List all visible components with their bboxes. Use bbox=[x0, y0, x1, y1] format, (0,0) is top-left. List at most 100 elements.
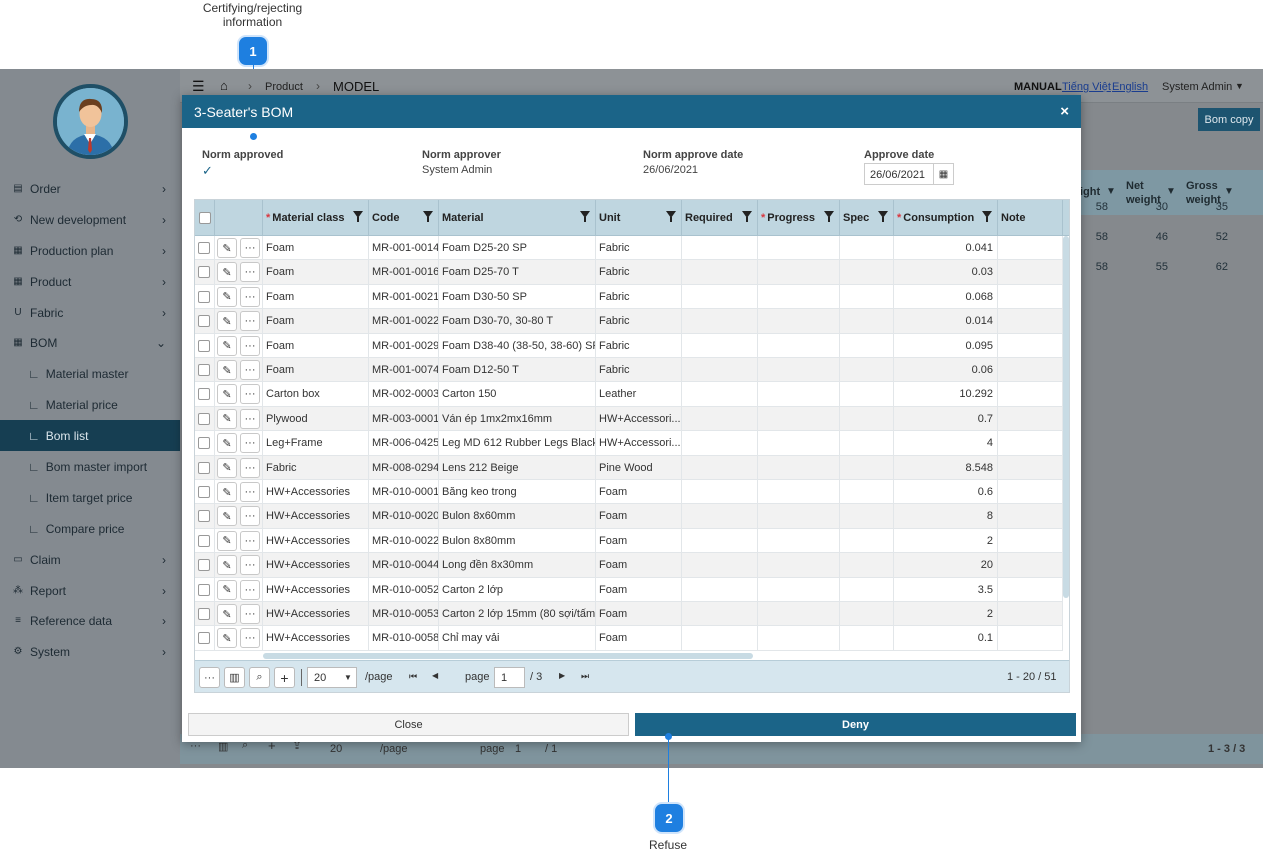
sidebar-item-reference-data[interactable]: ≡ Reference data › bbox=[0, 605, 180, 636]
edit-icon[interactable]: ✎ bbox=[217, 506, 237, 527]
lang-en-link[interactable]: English bbox=[1112, 81, 1148, 93]
edit-icon[interactable]: ✎ bbox=[217, 238, 237, 258]
table-row[interactable]: ✎ ··· Plywood MR-003-0001 Ván ép 1mx2mx16mm H… bbox=[195, 406, 1063, 432]
table-row[interactable]: ✎ ··· HW+Accessories MR-010-0020 Bulon 8x60m… bbox=[195, 504, 1063, 529]
calendar-icon[interactable]: ▦ bbox=[933, 163, 953, 185]
sidebar-item-material-master[interactable]: ∟ Material master bbox=[0, 358, 180, 389]
filter-icon[interactable]: ▼ bbox=[1166, 186, 1176, 197]
header-code[interactable]: Code bbox=[369, 200, 439, 236]
sidebar-item-new-development[interactable]: ⟲ New development › bbox=[0, 204, 180, 235]
table-row[interactable]: ✎ ··· Leg+Frame MR-006-0425 Leg MD 612 Rubbe… bbox=[195, 431, 1063, 456]
sidebar-item-bom[interactable]: ▦ BOM ⌄ bbox=[0, 327, 180, 358]
table-row[interactable]: ✎ ··· HW+Accessories MR-010-0001 Băng keo tr… bbox=[195, 480, 1063, 505]
edit-icon[interactable]: ✎ bbox=[217, 335, 237, 356]
search-icon[interactable]: ⌕ bbox=[249, 667, 270, 688]
header-consumption[interactable]: * Consumption bbox=[894, 200, 998, 236]
edit-icon[interactable]: ✎ bbox=[217, 384, 237, 405]
edit-icon[interactable]: ✎ bbox=[217, 579, 237, 600]
more-icon[interactable]: ··· bbox=[240, 433, 260, 454]
more-icon[interactable]: ··· bbox=[240, 579, 260, 600]
filter-icon[interactable]: ▼ bbox=[1106, 186, 1116, 197]
sidebar-item-material-price[interactable]: ∟ Material price bbox=[0, 389, 180, 420]
table-row[interactable]: ✎ ··· Foam MR-001-0074 Foam D12-50 T Fabric 0.… bbox=[195, 358, 1063, 383]
manual-link[interactable]: MANUAL bbox=[1014, 81, 1062, 93]
row-checkbox[interactable] bbox=[198, 583, 210, 596]
row-checkbox[interactable] bbox=[198, 315, 210, 328]
lang-vi-link[interactable]: Tiếng Việt bbox=[1062, 81, 1111, 93]
sidebar-item-report[interactable]: ⁂ Report › bbox=[0, 575, 180, 606]
more-icon[interactable]: ··· bbox=[240, 311, 260, 332]
sidebar-item-system[interactable]: ⚙ System › bbox=[0, 636, 180, 667]
table-row[interactable]: ✎ ··· HW+Accessories MR-010-0052 Carton 2 lớ… bbox=[195, 577, 1063, 602]
more-icon[interactable]: ··· bbox=[240, 335, 260, 356]
edit-icon[interactable]: ✎ bbox=[217, 604, 237, 624]
filter-icon[interactable] bbox=[824, 211, 834, 222]
more-icon[interactable]: ··· bbox=[240, 604, 260, 624]
header-material[interactable]: Material bbox=[439, 200, 596, 236]
home-icon[interactable]: ⌂ bbox=[220, 78, 228, 93]
page-input[interactable]: 1 bbox=[494, 667, 525, 688]
edit-icon[interactable]: ✎ bbox=[217, 262, 237, 283]
next-page-icon[interactable]: ▶ bbox=[559, 671, 565, 680]
breadcrumb-product[interactable]: Product bbox=[265, 81, 303, 93]
sidebar-item-product[interactable]: ▦ Product › bbox=[0, 266, 180, 297]
filter-icon[interactable] bbox=[878, 211, 888, 222]
row-checkbox[interactable] bbox=[198, 388, 210, 401]
approve-date-field[interactable]: 26/06/2021 ▦ bbox=[864, 163, 954, 185]
table-row[interactable]: ✎ ··· Foam MR-001-0022 Foam D30-70, 30-80 TF… bbox=[195, 309, 1063, 334]
table-row[interactable]: ✎ ··· Foam MR-001-0029 Foam D38-40 (38-50, 3… bbox=[195, 333, 1063, 358]
header-unit[interactable]: Unit bbox=[596, 200, 682, 236]
row-checkbox[interactable] bbox=[198, 242, 210, 254]
edit-icon[interactable]: ✎ bbox=[217, 628, 237, 649]
prev-page-icon[interactable]: ◀ bbox=[432, 671, 438, 680]
more-icon[interactable]: ··· bbox=[240, 457, 260, 478]
edit-icon[interactable]: ✎ bbox=[217, 286, 237, 307]
sidebar-item-claim[interactable]: ▭ Claim › bbox=[0, 544, 180, 575]
more-icon[interactable]: ··· bbox=[240, 628, 260, 649]
filter-icon[interactable] bbox=[982, 211, 992, 222]
user-menu[interactable]: System Admin bbox=[1162, 81, 1232, 93]
edit-icon[interactable]: ✎ bbox=[217, 433, 237, 454]
menu-icon[interactable]: ☰ bbox=[192, 78, 205, 95]
edit-icon[interactable]: ✎ bbox=[217, 360, 237, 380]
edit-icon[interactable]: ✎ bbox=[217, 457, 237, 478]
row-checkbox[interactable] bbox=[198, 290, 210, 303]
table-row[interactable]: ✎ ··· HW+Accessories MR-010-0044 Long đền 8x… bbox=[195, 553, 1063, 578]
header-note[interactable]: Note bbox=[998, 200, 1063, 236]
caret-down-icon[interactable]: ▼ bbox=[1235, 81, 1244, 91]
background-page-input[interactable]: 1 bbox=[515, 743, 521, 755]
filter-icon[interactable]: ▼ bbox=[1224, 186, 1234, 197]
header-progress[interactable]: * Progress bbox=[758, 200, 840, 236]
table-row[interactable]: ✎ ··· Foam MR-001-0016 Foam D25-70 T Fabric 0.… bbox=[195, 260, 1063, 285]
edit-icon[interactable]: ✎ bbox=[217, 482, 237, 502]
first-page-icon[interactable]: ⏮ bbox=[409, 671, 417, 682]
bom-copy-button[interactable]: Bom copy bbox=[1198, 108, 1260, 131]
close-button[interactable]: Close bbox=[188, 713, 629, 736]
more-icon[interactable]: ··· bbox=[240, 506, 260, 527]
table-row[interactable]: ✎ ··· HW+Accessories MR-010-0058 Chỉ may vải… bbox=[195, 626, 1063, 651]
more-icon[interactable]: ··· bbox=[240, 530, 260, 551]
header-required[interactable]: Required bbox=[682, 200, 758, 236]
close-icon[interactable]: × bbox=[1060, 103, 1069, 120]
row-checkbox[interactable] bbox=[198, 632, 210, 645]
background-per-page[interactable]: 20 bbox=[330, 743, 342, 755]
last-page-icon[interactable]: ⏭ bbox=[581, 671, 589, 682]
row-checkbox[interactable] bbox=[198, 534, 210, 547]
row-checkbox[interactable] bbox=[198, 461, 210, 474]
filter-icon[interactable] bbox=[666, 211, 676, 222]
sidebar-item-fabric[interactable]: U Fabric › bbox=[0, 297, 180, 328]
sidebar-item-bom-list[interactable]: ∟ Bom list bbox=[0, 420, 180, 451]
sidebar-item-item-target-price[interactable]: ∟ Item target price bbox=[0, 482, 180, 513]
edit-icon[interactable]: ✎ bbox=[217, 530, 237, 551]
sidebar-item-production-plan[interactable]: ▦ Production plan › bbox=[0, 235, 180, 266]
header-material-class[interactable]: * Material class bbox=[263, 200, 369, 236]
row-checkbox[interactable] bbox=[198, 486, 210, 498]
more-icon[interactable]: ··· bbox=[240, 360, 260, 380]
more-icon[interactable]: ··· bbox=[240, 384, 260, 405]
more-icon[interactable]: ··· bbox=[240, 238, 260, 258]
sidebar-item-compare-price[interactable]: ∟ Compare price bbox=[0, 513, 180, 544]
table-row[interactable]: ✎ ··· HW+Accessories MR-010-0053 Carton 2 lớ… bbox=[195, 602, 1063, 627]
filter-icon[interactable] bbox=[353, 211, 363, 222]
per-page-select[interactable]: 20 ▼ bbox=[307, 667, 357, 688]
row-checkbox[interactable] bbox=[198, 608, 210, 620]
